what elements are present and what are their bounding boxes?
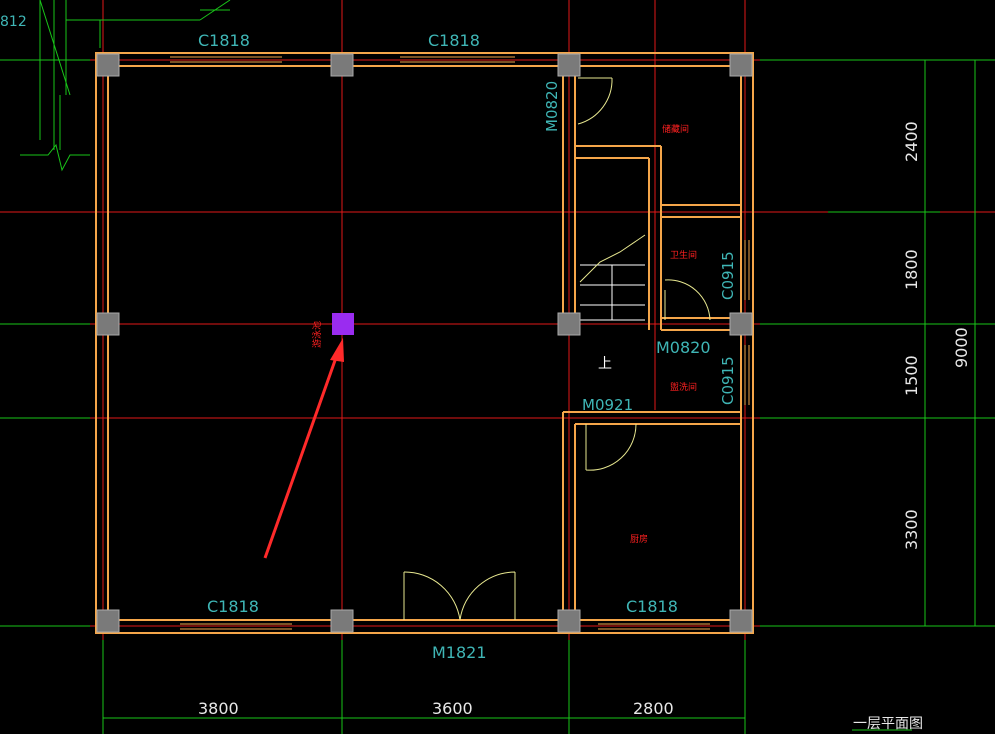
window-label: C0915: [719, 356, 737, 405]
dimension-label: 3300: [902, 509, 921, 550]
door-label: M0820: [543, 81, 561, 132]
room-label: 游泳池: [311, 321, 323, 348]
pointer-arrow: [263, 338, 344, 559]
window-label: C0915: [719, 251, 737, 300]
door-label: M0820: [656, 338, 711, 357]
room-label: 储藏间: [662, 123, 689, 135]
window-label: C1818: [428, 31, 480, 50]
dimension-total-label: 9000: [952, 327, 971, 368]
drawing-title: 一层平面图: [853, 716, 923, 732]
window-label: C1818: [198, 31, 250, 50]
walls: [95, 52, 754, 634]
door-label: M1821: [432, 643, 487, 662]
stair-direction-label: 上: [598, 356, 612, 372]
columns: [96, 53, 753, 633]
dimension-label: 1500: [902, 355, 921, 396]
selected-marker[interactable]: [332, 313, 354, 335]
room-label: 盥洗间: [670, 381, 697, 393]
room-label: 卫生间: [670, 249, 697, 261]
fragment-label: 812: [0, 14, 27, 30]
room-label: 厨房: [630, 533, 648, 545]
stair: [579, 234, 646, 321]
dimension-label: 3800: [198, 699, 239, 718]
window-label: C1818: [207, 597, 259, 616]
floor-plan-canvas[interactable]: 上 812 C1818 C1818 C1818 C1818 C0915 C091…: [0, 0, 995, 734]
dimension-lines: [0, 0, 995, 734]
dimension-label: 3600: [432, 699, 473, 718]
dimension-label: 1800: [902, 249, 921, 290]
window-label: C1818: [626, 597, 678, 616]
door-label: M0921: [582, 396, 633, 414]
dimension-label: 2800: [633, 699, 674, 718]
axis-grid: [0, 0, 995, 734]
dimension-label: 2400: [902, 121, 921, 162]
